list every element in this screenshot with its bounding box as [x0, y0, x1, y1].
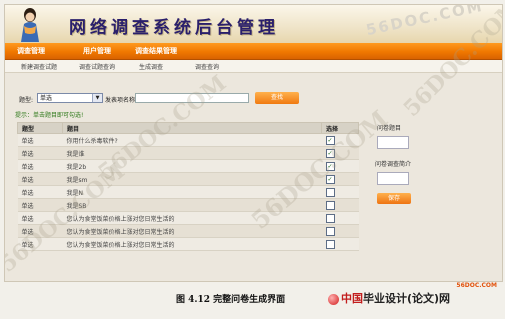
cell-type: 单选	[17, 133, 63, 147]
header-watermark: 56DOC.COM	[364, 4, 486, 40]
select-checkbox[interactable]: ✓	[325, 174, 335, 184]
tip-text: 提示：单击题目即可勾选!	[15, 112, 84, 119]
brand-main: 毕业设计(论文)网	[363, 292, 451, 305]
cell-question[interactable]: 我是N	[62, 185, 322, 199]
cell-question[interactable]: 我是SB	[62, 198, 322, 212]
name-search-input[interactable]	[135, 93, 249, 103]
cell-select: ✓	[321, 133, 359, 147]
figure-caption: 图 4.12 完整问卷生成界面	[176, 295, 286, 305]
cell-type: 单选	[17, 224, 63, 238]
table-header-row: 题型 题目 选择	[17, 122, 359, 134]
survey-title-input[interactable]	[377, 136, 409, 149]
col-header-type: 题型	[17, 122, 63, 134]
select-checkbox[interactable]	[325, 239, 335, 249]
search-button[interactable]: 查找	[255, 92, 299, 104]
cell-question[interactable]: 您认为食堂饭菜价格上涨对您日常生活的	[62, 237, 322, 251]
select-checkbox[interactable]	[325, 213, 335, 223]
select-checkbox[interactable]	[325, 200, 335, 210]
sub-nav: 新建调查试题 调查试题查询 生成调查 调查查询	[5, 60, 502, 73]
table-row[interactable]: 单选 我是sm ✓	[17, 172, 359, 186]
cell-type: 单选	[17, 185, 63, 199]
subnav-survey-query[interactable]: 调查查询	[195, 62, 219, 71]
table-row[interactable]: 单选 您认为食堂饭菜价格上涨对您日常生活的	[17, 237, 359, 251]
cell-select: ✓	[321, 172, 359, 186]
brand-prefix: 中国	[341, 292, 363, 305]
screenshot-frame: 网络调查系统后台管理 56DOC.COM 调查管理 用户管理 调查结果管理 新建…	[4, 4, 503, 282]
select-checkbox[interactable]	[325, 187, 335, 197]
select-checkbox[interactable]: ✓	[325, 135, 335, 145]
cell-select	[321, 198, 359, 212]
nav-item-results-management[interactable]: 调查结果管理	[135, 46, 177, 56]
corner-watermark: 56DOC.COM	[456, 282, 497, 289]
cell-select: ✓	[321, 159, 359, 173]
page-title: 网络调查系统后台管理	[69, 18, 279, 38]
table-row[interactable]: 单选 您认为食堂饭菜价格上涨对您日常生活的	[17, 211, 359, 225]
cell-type: 单选	[17, 159, 63, 173]
header-banner: 网络调查系统后台管理 56DOC.COM	[5, 5, 502, 43]
cell-question[interactable]: 您认为食堂饭菜价格上涨对您日常生活的	[62, 224, 322, 238]
cell-type: 单选	[17, 198, 63, 212]
chevron-down-icon: ▼	[92, 94, 102, 102]
table-row[interactable]: 单选 我是谁 ✓	[17, 146, 359, 160]
question-table: 题型 题目 选择 单选 你用什么杀毒软件? ✓ 单选 我是谁 ✓ 单选 我是2b ✓ 单选 我是sm…	[17, 122, 359, 251]
cell-question[interactable]: 你用什么杀毒软件?	[62, 133, 322, 147]
table-row[interactable]: 单选 我是2b ✓	[17, 159, 359, 173]
main-nav: 调查管理 用户管理 调查结果管理	[5, 43, 502, 60]
col-header-select: 选择	[321, 122, 359, 134]
cell-question[interactable]: 我是2b	[62, 159, 322, 173]
cell-question[interactable]: 您认为食堂饭菜价格上涨对您日常生活的	[62, 211, 322, 225]
nav-item-survey-management[interactable]: 调查管理	[17, 46, 45, 56]
brand-ball-icon	[328, 293, 339, 305]
cell-type: 单选	[17, 237, 63, 251]
site-brand: 中国毕业设计(论文)网	[328, 290, 450, 306]
select-checkbox[interactable]: ✓	[325, 161, 335, 171]
cell-type: 单选	[17, 211, 63, 225]
cell-type: 单选	[17, 172, 63, 186]
subnav-new-question[interactable]: 新建调查试题	[21, 62, 57, 71]
survey-title-label: 问卷题目	[377, 125, 402, 132]
cell-select	[321, 211, 359, 225]
select-checkbox[interactable]	[325, 226, 335, 236]
select-checkbox[interactable]: ✓	[325, 148, 335, 158]
cell-select: ✓	[321, 146, 359, 160]
type-select-value: 单选	[40, 95, 53, 102]
cell-select	[321, 224, 359, 238]
subnav-generate-survey[interactable]: 生成调查	[139, 62, 163, 71]
type-select[interactable]: 单选 ▼	[37, 93, 103, 103]
table-row[interactable]: 单选 我是SB	[17, 198, 359, 212]
col-header-question: 题目	[62, 122, 322, 134]
type-label: 题型:	[19, 97, 34, 104]
table-row[interactable]: 单选 我是N	[17, 185, 359, 199]
nav-item-user-management[interactable]: 用户管理	[83, 46, 111, 56]
save-button[interactable]: 保存	[377, 193, 411, 204]
cell-type: 单选	[17, 146, 63, 160]
table-row[interactable]: 单选 你用什么杀毒软件? ✓	[17, 133, 359, 147]
subnav-question-query[interactable]: 调查试题查询	[79, 62, 115, 71]
cell-question[interactable]: 我是谁	[62, 146, 322, 160]
name-label: 发表项名称:	[105, 97, 138, 104]
cell-select	[321, 185, 359, 199]
survey-intro-input[interactable]	[377, 172, 409, 185]
logo-figure-icon	[21, 8, 39, 42]
table-row[interactable]: 单选 您认为食堂饭菜价格上涨对您日常生活的	[17, 224, 359, 238]
survey-intro-label: 问卷调查简介	[375, 161, 412, 168]
cell-select	[321, 237, 359, 251]
cell-question[interactable]: 我是sm	[62, 172, 322, 186]
